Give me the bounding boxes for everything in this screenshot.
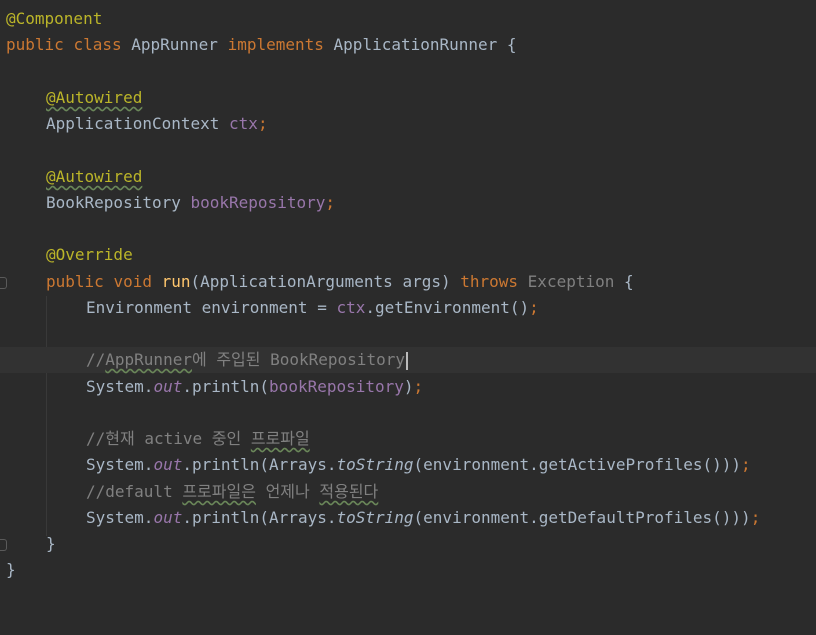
comment-apprunner: AppRunner <box>105 350 192 369</box>
semicolon: ; <box>413 377 424 396</box>
static-method-tostring: toString <box>336 508 414 527</box>
class-name: AppRunner <box>121 35 228 54</box>
comment-text: 에 주입된 BookRepository <box>191 350 405 369</box>
keyword-public: public <box>46 272 104 291</box>
code-line-19[interactable]: //default 프로파일은 언제나 적용된다 <box>0 479 816 505</box>
method-call: .getEnvironment() <box>365 298 530 317</box>
comment-profile: 프로파일은 <box>182 482 256 501</box>
interface-name: ApplicationRunner { <box>323 35 517 54</box>
comment-slashes: // <box>86 350 106 369</box>
code-line-22[interactable]: } <box>0 557 816 583</box>
get-active-profiles-call: (environment.getActiveProfiles())) <box>413 455 742 474</box>
code-line-14[interactable]: //AppRunner에 주입된 BookRepository <box>0 347 816 373</box>
keyword-throws: throws <box>460 272 519 291</box>
field-ctx: ctx <box>336 298 366 317</box>
field-bookrepository: bookRepository <box>190 193 326 212</box>
semicolon: ; <box>741 455 751 474</box>
annotation-override: @Override <box>46 245 133 264</box>
close-paren: ) <box>403 377 414 396</box>
comment-text: 언제나 <box>255 482 320 501</box>
static-method-tostring: toString <box>336 455 414 474</box>
static-out: out <box>153 508 183 527</box>
type-name: BookRepository <box>46 193 191 212</box>
semicolon: ; <box>257 114 268 133</box>
text-caret <box>405 351 408 370</box>
code-line-4[interactable]: @Autowired <box>0 85 816 111</box>
annotation-component: @Component <box>6 9 103 28</box>
close-brace: } <box>6 560 16 579</box>
comment-applied: 적용된다 <box>319 482 379 501</box>
static-out: out <box>153 377 183 396</box>
get-default-profiles-call: (environment.getDefaultProfiles())) <box>413 508 751 527</box>
println-call: .println( <box>182 377 270 396</box>
close-brace: } <box>46 534 56 553</box>
fold-gutter-icon[interactable] <box>0 539 7 551</box>
comment-text: //default <box>86 482 183 501</box>
system-class: System. <box>86 508 154 527</box>
code-line-5[interactable]: ApplicationContext ctx; <box>0 111 816 137</box>
comment-profile: 프로파일 <box>250 429 310 448</box>
code-line-18[interactable]: System.out.println(Arrays.toString(envir… <box>0 452 816 478</box>
code-line-10[interactable]: @Override <box>0 242 816 268</box>
println-call: .println(Arrays. <box>182 455 337 474</box>
code-line-1[interactable]: @Component <box>0 6 816 32</box>
code-line-2[interactable]: public class AppRunner implements Applic… <box>0 32 816 58</box>
code-line-12[interactable]: Environment environment = ctx.getEnviron… <box>0 295 816 321</box>
code-line-8[interactable]: BookRepository bookRepository; <box>0 190 816 216</box>
keyword-class: class <box>73 35 122 54</box>
field-bookrepository: bookRepository <box>269 377 404 396</box>
type-name: ApplicationContext <box>46 114 230 133</box>
system-class: System. <box>86 377 154 396</box>
annotation-autowired: @Autowired <box>46 88 143 107</box>
semicolon: ; <box>325 193 335 212</box>
declaration: Environment environment = <box>86 298 337 317</box>
code-line-7[interactable]: @Autowired <box>0 164 816 190</box>
code-line-15[interactable]: System.out.println(bookRepository); <box>0 374 816 400</box>
override-gutter-icon[interactable] <box>0 277 7 289</box>
open-brace: { <box>614 272 634 291</box>
exception-type: Exception <box>527 272 615 291</box>
semicolon: ; <box>529 298 539 317</box>
method-params: (ApplicationArguments args) <box>190 272 461 291</box>
semicolon: ; <box>750 508 761 527</box>
code-line-11[interactable]: public void run(ApplicationArguments arg… <box>0 269 816 295</box>
static-out: out <box>153 455 183 474</box>
field-ctx: ctx <box>229 114 258 133</box>
comment-text: //현재 active 중인 <box>86 429 251 448</box>
keyword-public: public <box>6 35 64 54</box>
system-class: System. <box>86 455 154 474</box>
code-editor[interactable]: @Component public class AppRunner implem… <box>0 0 816 593</box>
keyword-implements: implements <box>227 35 324 54</box>
method-run: run <box>161 272 191 291</box>
code-line-20[interactable]: System.out.println(Arrays.toString(envir… <box>0 505 816 531</box>
println-call: .println(Arrays. <box>182 508 337 527</box>
keyword-void: void <box>113 272 152 291</box>
annotation-autowired: @Autowired <box>46 167 143 186</box>
code-line-21[interactable]: } <box>0 531 816 557</box>
code-line-17[interactable]: //현재 active 중인 프로파일 <box>0 426 816 452</box>
